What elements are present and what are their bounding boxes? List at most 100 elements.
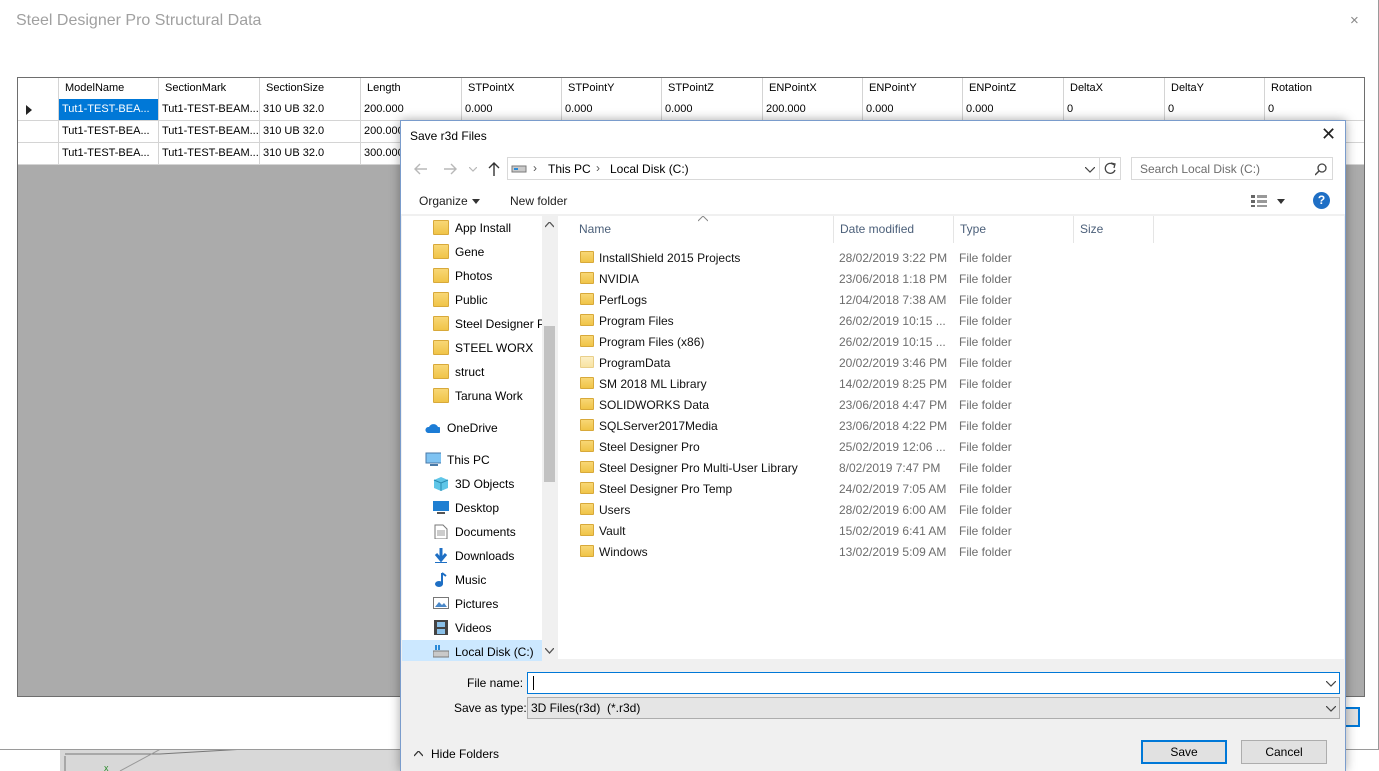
table-cell[interactable]: 0.000 xyxy=(562,99,662,121)
table-cell[interactable]: 200.000 xyxy=(763,99,863,121)
nav-item-this-pc[interactable]: This PC xyxy=(402,448,542,472)
table-cell[interactable]: 0.000 xyxy=(863,99,963,121)
main-action-button-edge[interactable] xyxy=(1346,707,1360,727)
table-row[interactable]: Tut1-TEST-BEA... Tut1-TEST-BEAM... 310 U… xyxy=(18,99,1364,121)
table-cell[interactable]: Tut1-TEST-BEA... xyxy=(59,99,159,121)
back-arrow-icon[interactable] xyxy=(413,162,429,176)
column-header[interactable]: ENPointZ xyxy=(963,78,1064,100)
column-header[interactable]: Rotation xyxy=(1265,78,1364,100)
nav-item-pictures[interactable]: Pictures xyxy=(402,592,542,616)
table-cell[interactable]: Tut1-TEST-BEAM... xyxy=(159,121,260,143)
column-header[interactable]: STPointY xyxy=(562,78,662,100)
list-item[interactable]: PerfLogs 12/04/2018 7:38 AM File folder xyxy=(558,289,1338,310)
close-icon[interactable]: ✕ xyxy=(1321,124,1336,145)
view-options-icon[interactable] xyxy=(1251,195,1269,207)
nav-scrollbar[interactable] xyxy=(542,216,557,662)
cancel-button[interactable]: Cancel xyxy=(1241,740,1327,764)
nav-item-videos[interactable]: Videos xyxy=(402,616,542,640)
list-item[interactable]: Program Files 26/02/2019 10:15 ... File fo… xyxy=(558,310,1338,331)
list-item[interactable]: InstallShield 2015 Projects 28/02/2019 3:… xyxy=(558,247,1338,268)
column-header-name[interactable]: Name xyxy=(573,216,834,243)
column-header[interactable]: DeltaY xyxy=(1165,78,1265,100)
breadcrumb-local-disk[interactable]: Local Disk (C:) xyxy=(610,162,689,176)
search-input[interactable]: Search Local Disk (C:) xyxy=(1131,157,1333,180)
column-header[interactable]: SectionSize xyxy=(260,78,361,100)
nav-item-taruna-work[interactable]: Taruna Work xyxy=(402,384,542,408)
breadcrumb-this-pc[interactable]: This PC xyxy=(548,162,591,176)
table-cell[interactable]: Tut1-TEST-BEA... xyxy=(59,121,159,143)
table-cell[interactable]: 200.000 xyxy=(361,99,462,121)
forward-arrow-icon[interactable] xyxy=(442,162,458,176)
column-header[interactable]: ENPointY xyxy=(863,78,963,100)
list-item[interactable]: Program Files (x86) 26/02/2019 10:15 ... F… xyxy=(558,331,1338,352)
table-cell[interactable]: 0.000 xyxy=(963,99,1064,121)
file-list[interactable]: Name Date modified Type Size InstallShie… xyxy=(558,216,1344,659)
close-icon[interactable]: × xyxy=(1350,12,1359,29)
row-selector[interactable] xyxy=(18,143,59,165)
list-item[interactable]: SOLIDWORKS Data 23/06/2018 4:47 PM File fo… xyxy=(558,394,1338,415)
table-cell[interactable]: 0.000 xyxy=(662,99,763,121)
up-arrow-icon[interactable] xyxy=(487,161,501,177)
chevron-down-icon[interactable] xyxy=(1326,681,1336,687)
scroll-up-icon[interactable] xyxy=(545,222,554,228)
save-button[interactable]: Save xyxy=(1141,740,1227,764)
nav-item-documents[interactable]: Documents xyxy=(402,520,542,544)
column-header[interactable]: Length xyxy=(361,78,462,100)
table-cell[interactable]: 310 UB 32.0 xyxy=(260,143,361,165)
table-cell[interactable]: 0.000 xyxy=(462,99,562,121)
table-cell[interactable]: 310 UB 32.0 xyxy=(260,99,361,121)
scrollbar-thumb[interactable] xyxy=(544,326,555,482)
nav-item-desktop[interactable]: Desktop xyxy=(402,496,542,520)
list-item[interactable]: SQLServer2017Media 23/06/2018 4:22 PM File… xyxy=(558,415,1338,436)
file-name-field[interactable] xyxy=(527,672,1340,694)
nav-item-app-install[interactable]: App Install xyxy=(402,216,542,240)
list-item[interactable]: Windows 13/02/2019 5:09 AM File folder xyxy=(558,541,1338,562)
column-header[interactable]: ModelName xyxy=(59,78,159,100)
list-item[interactable]: NVIDIA 23/06/2018 1:18 PM File folder xyxy=(558,268,1338,289)
save-type-select[interactable]: 3D Files(r3d) (*.r3d) xyxy=(527,697,1340,719)
new-folder-button[interactable]: New folder xyxy=(510,194,567,208)
list-item[interactable]: Steel Designer Pro Temp 24/02/2019 7:05 A… xyxy=(558,478,1338,499)
nav-item-onedrive[interactable]: OneDrive xyxy=(402,416,542,440)
chevron-up-icon[interactable] xyxy=(414,751,423,757)
nav-item-steel-designer-pro[interactable]: Steel Designer Pr xyxy=(402,312,549,336)
nav-item-downloads[interactable]: Downloads xyxy=(402,544,542,568)
table-cell[interactable]: 0 xyxy=(1265,99,1364,121)
table-cell[interactable]: Tut1-TEST-BEA... xyxy=(59,143,159,165)
table-cell[interactable]: Tut1-TEST-BEAM... xyxy=(159,143,260,165)
recent-dropdown-icon[interactable] xyxy=(469,167,477,173)
chevron-down-icon[interactable] xyxy=(1085,167,1095,173)
list-item[interactable]: Steel Designer Pro Multi-User Library 8/0… xyxy=(558,457,1338,478)
nav-item-steel-worx[interactable]: STEEL WORX xyxy=(402,336,542,360)
table-cell[interactable]: 310 UB 32.0 xyxy=(260,121,361,143)
nav-item-3d-objects[interactable]: 3D Objects xyxy=(402,472,542,496)
row-selector[interactable] xyxy=(18,121,59,143)
column-header[interactable]: SectionMark xyxy=(159,78,260,100)
column-header[interactable]: STPointX xyxy=(462,78,562,100)
nav-item-photos[interactable]: Photos xyxy=(402,264,542,288)
column-header[interactable]: STPointZ xyxy=(662,78,763,100)
list-item[interactable]: Users 28/02/2019 6:00 AM File folder xyxy=(558,499,1338,520)
nav-item-music[interactable]: Music xyxy=(402,568,542,592)
list-item[interactable]: Steel Designer Pro 25/02/2019 12:06 ... Fi… xyxy=(558,436,1338,457)
column-header-size[interactable]: Size xyxy=(1074,216,1154,243)
table-cell[interactable]: 0 xyxy=(1064,99,1165,121)
hide-folders-button[interactable]: Hide Folders xyxy=(431,747,499,761)
help-icon[interactable]: ? xyxy=(1313,192,1330,209)
address-bar[interactable]: › This PC › Local Disk (C:) xyxy=(507,157,1121,180)
row-selector[interactable] xyxy=(18,99,59,121)
list-item[interactable]: SM 2018 ML Library 14/02/2019 8:25 PM File… xyxy=(558,373,1338,394)
navigation-pane[interactable]: App Install Gene Photos Public Steel Des… xyxy=(402,216,557,662)
organize-button[interactable]: Organize xyxy=(419,194,468,208)
column-header-date[interactable]: Date modified xyxy=(834,216,954,243)
nav-item-struct[interactable]: struct xyxy=(402,360,542,384)
table-cell[interactable]: Tut1-TEST-BEAM... xyxy=(159,99,260,121)
table-cell[interactable]: 0 xyxy=(1165,99,1265,121)
list-item[interactable]: ProgramData 20/02/2019 3:46 PM File folder xyxy=(558,352,1338,373)
nav-item-local-disk[interactable]: Local Disk (C:) xyxy=(402,640,542,662)
refresh-icon[interactable] xyxy=(1103,162,1117,176)
scroll-down-icon[interactable] xyxy=(545,648,554,654)
list-item[interactable]: Vault 15/02/2019 6:41 AM File folder xyxy=(558,520,1338,541)
column-header[interactable]: ENPointX xyxy=(763,78,863,100)
nav-item-gene[interactable]: Gene xyxy=(402,240,542,264)
